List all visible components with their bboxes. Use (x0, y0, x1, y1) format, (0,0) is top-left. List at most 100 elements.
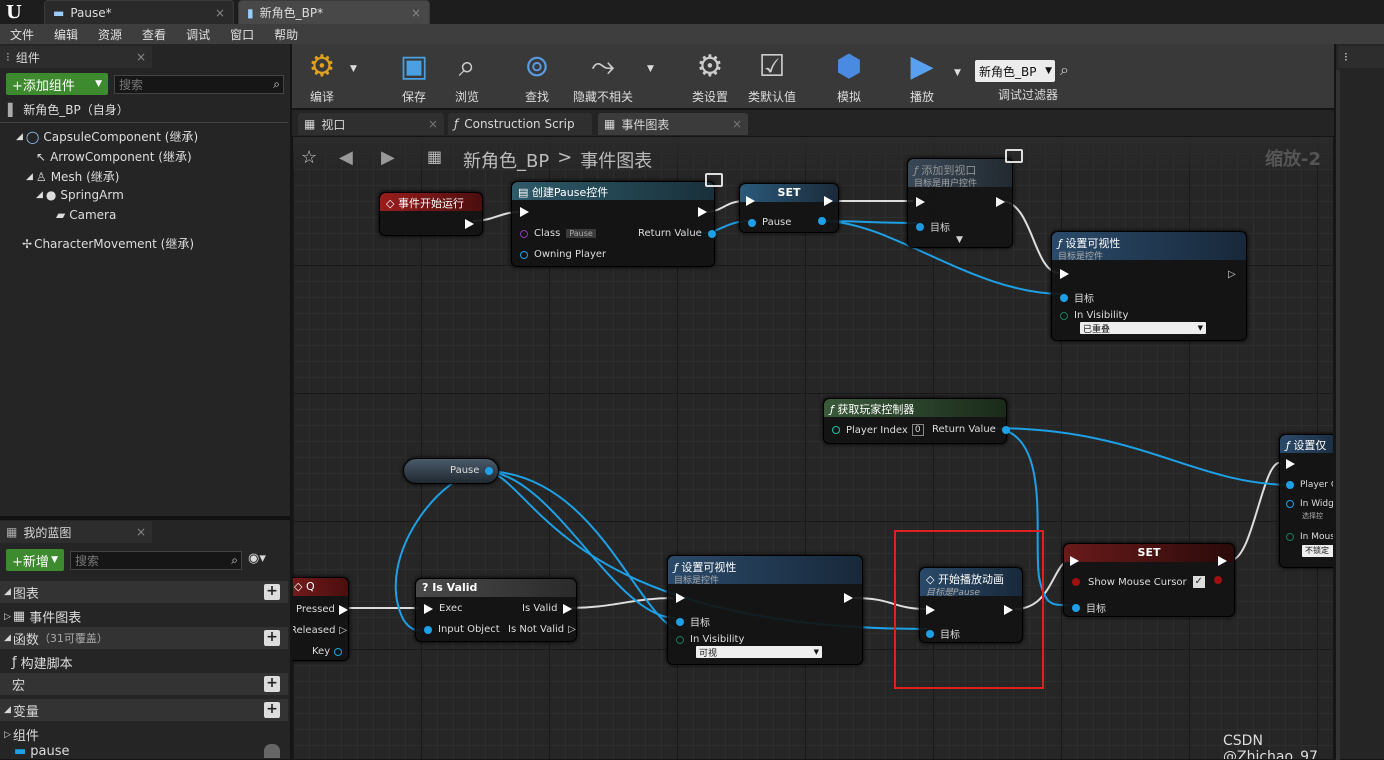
tab-construction-script[interactable]: ƒ Construction Scrip (448, 113, 592, 135)
target-pin[interactable]: 目标 (1060, 290, 1094, 305)
exec-out-pin[interactable]: ▷ (1228, 269, 1236, 280)
tab-viewport[interactable]: ▦ 视口 × (298, 113, 444, 135)
pause-output-pin[interactable]: Pause (450, 465, 494, 476)
close-icon[interactable]: × (136, 50, 146, 64)
exec-out-pin[interactable] (465, 219, 474, 229)
bool-output-pin[interactable] (1214, 576, 1222, 584)
doc-tab-character-bp[interactable]: ▮ 新角色_BP* × (238, 0, 430, 24)
menu-help[interactable]: 帮助 (264, 26, 308, 43)
node-set-input-mode[interactable]: ƒ 设置仅 Player C In Widg 选择控 In Mous 不锁定 (1279, 434, 1333, 568)
component-self[interactable]: ▌ 新角色_BP（自身） (8, 101, 129, 118)
my-blueprint-tab[interactable]: ▦ 我的蓝图 × (0, 521, 152, 543)
find-button[interactable]: ⊚ 查找 (512, 46, 562, 105)
hide-unrelated-button[interactable]: ⤳ 隐藏不相关 (568, 46, 638, 105)
return-value-pin[interactable]: Return Value (932, 424, 1010, 435)
exec-out-pin[interactable] (996, 197, 1005, 207)
node-add-to-viewport[interactable]: ƒ 添加到视口 目标是用户控件 目标 ▼ (907, 158, 1013, 248)
component-arrow[interactable]: ↖ ArrowComponent (继承) (36, 148, 192, 165)
expand-icon[interactable]: ◢ (4, 705, 11, 715)
play-options-dropdown[interactable]: ▼ (954, 68, 961, 78)
variable-type-icon[interactable] (264, 744, 280, 758)
node-key-q[interactable]: ◇ Q Pressed Released ▷ Key (293, 577, 349, 661)
close-icon[interactable]: × (732, 117, 742, 131)
section-graphs[interactable]: ◢ 图表 + (0, 581, 288, 603)
node-set-show-mouse-cursor[interactable]: SET Show Mouse Cursor ✓ 目标 (1063, 543, 1235, 617)
exec-out-pin[interactable] (824, 196, 833, 206)
show-mouse-cursor-pin[interactable]: Show Mouse Cursor ✓ (1072, 576, 1205, 588)
add-variable-icon[interactable]: + (264, 702, 280, 718)
class-defaults-button[interactable]: ☑ 类默认值 (744, 46, 800, 105)
exec-out-pin[interactable] (1218, 556, 1227, 566)
doc-tab-pause[interactable]: ▬ Pause* × (44, 0, 234, 24)
checkbox-checked-icon[interactable]: ✓ (1192, 576, 1205, 588)
close-icon[interactable]: × (215, 6, 225, 20)
menu-debug[interactable]: 调试 (176, 26, 220, 43)
components-category[interactable]: ▷ 组件 (4, 725, 39, 744)
expand-icon[interactable]: ◢ (36, 190, 43, 200)
simulate-button[interactable]: ⬢ 模拟 (822, 46, 876, 105)
browse-button[interactable]: ⌕ 浏览 (442, 46, 492, 105)
splitter[interactable] (0, 516, 290, 520)
add-macro-icon[interactable]: + (264, 676, 280, 692)
exec-in-pin[interactable] (1060, 269, 1069, 279)
exec-in-pin[interactable] (1070, 556, 1079, 566)
component-capsule[interactable]: ◢ ◯ CapsuleComponent (继承) (16, 128, 198, 145)
construct-script-item[interactable]: ƒ 构建脚本 (12, 653, 73, 672)
target-pin[interactable]: 目标 (916, 219, 950, 234)
new-button[interactable]: +新增 ▼ (6, 549, 64, 571)
expand-icon[interactable]: ◢ (4, 587, 11, 597)
in-visibility-pin[interactable]: In Visibility (1060, 310, 1128, 321)
input-object-pin[interactable]: Input Object (424, 624, 500, 635)
player-controller-pin[interactable]: Player C (1286, 480, 1333, 490)
expand-icon[interactable]: ◢ (26, 172, 33, 182)
component-springarm[interactable]: ◢ ● SpringArm (36, 188, 124, 202)
class-value[interactable]: Pause (566, 229, 596, 238)
node-set-visibility-top[interactable]: ƒ 设置可视性 目标是控件 ▷ 目标 In Visibility 已重叠 ▼ (1051, 231, 1247, 341)
node-get-player-controller[interactable]: ƒ 获取玩家控制器 Player Index 0 Return Value (823, 398, 1010, 444)
node-create-widget[interactable]: ▤ 创建Pause控件 Class Pause Return Value Own… (511, 181, 716, 267)
add-function-icon[interactable]: + (264, 630, 280, 646)
exec-in-pin[interactable]: Exec (424, 603, 463, 614)
close-icon[interactable]: × (411, 6, 421, 20)
compile-button[interactable]: ⚙ 编译 (296, 46, 348, 105)
component-movement[interactable]: ✢ CharacterMovement (继承) (22, 235, 194, 252)
visibility-dropdown[interactable]: 已重叠 ▼ (1080, 322, 1206, 335)
compile-options-dropdown[interactable]: ▼ (350, 64, 357, 74)
node-set-pause[interactable]: SET Pause (739, 183, 839, 233)
is-not-valid-pin[interactable]: Is Not Valid ▷ (508, 624, 576, 635)
event-graph-item[interactable]: ▷ ▦ 事件图表 (4, 607, 81, 626)
widget-focus-pin[interactable]: In Widg (1286, 499, 1333, 509)
exec-out-pin[interactable] (698, 207, 707, 217)
owning-player-pin[interactable]: Owning Player (520, 249, 606, 260)
node-set-visibility-bottom[interactable]: ƒ 设置可视性 目标是控件 目标 In Visibility 可视 ▼ (667, 555, 863, 665)
advanced-expand-icon[interactable]: ▼ (956, 235, 963, 245)
event-graph-canvas[interactable]: ☆ ◀ ▶ ▦ 新角色_BP > 事件图表 缩放-2 ◇ 事件开始运行 ▤ 创建… (293, 137, 1333, 759)
exec-out-pin[interactable] (844, 593, 853, 603)
mouse-lock-dropdown[interactable]: 不锁定 (1302, 545, 1333, 557)
player-index-pin[interactable]: Player Index 0 (832, 424, 924, 436)
key-pin[interactable]: Key (312, 646, 343, 657)
class-pin[interactable]: Class Pause (520, 228, 596, 239)
menu-window[interactable]: 窗口 (220, 26, 264, 43)
in-visibility-pin[interactable]: In Visibility (676, 634, 744, 645)
section-functions[interactable]: ◢ 函数 （31可覆盖） + (0, 627, 288, 649)
node-is-valid[interactable]: ? Is Valid Exec Is Valid Input Object Is… (415, 578, 577, 642)
save-button[interactable]: ▣ 保存 (390, 46, 438, 105)
components-search[interactable]: 搜索 ⌕ (114, 75, 284, 94)
collapse-icon[interactable]: ▷ (4, 612, 11, 622)
return-value-pin[interactable]: Return Value (638, 228, 716, 239)
close-icon[interactable]: × (428, 117, 438, 131)
exec-in-pin[interactable] (676, 593, 685, 603)
add-graph-icon[interactable]: + (264, 584, 280, 600)
close-icon[interactable]: × (136, 525, 146, 539)
visibility-dropdown[interactable]: 可视 ▼ (696, 646, 822, 659)
pressed-pin[interactable]: Pressed (296, 604, 348, 615)
target-pin[interactable]: 目标 (1072, 600, 1106, 615)
exec-in-pin[interactable] (746, 196, 755, 206)
expand-icon[interactable]: ◢ (4, 633, 11, 643)
pause-input-pin[interactable]: Pause (748, 217, 791, 228)
details-tab[interactable]: ⁝ (1338, 46, 1384, 68)
class-settings-button[interactable]: ⚙ 类设置 (684, 46, 736, 105)
blueprint-search[interactable]: 搜索 ⌕ (70, 551, 242, 570)
search-icon[interactable]: ⌕ (1060, 60, 1069, 80)
